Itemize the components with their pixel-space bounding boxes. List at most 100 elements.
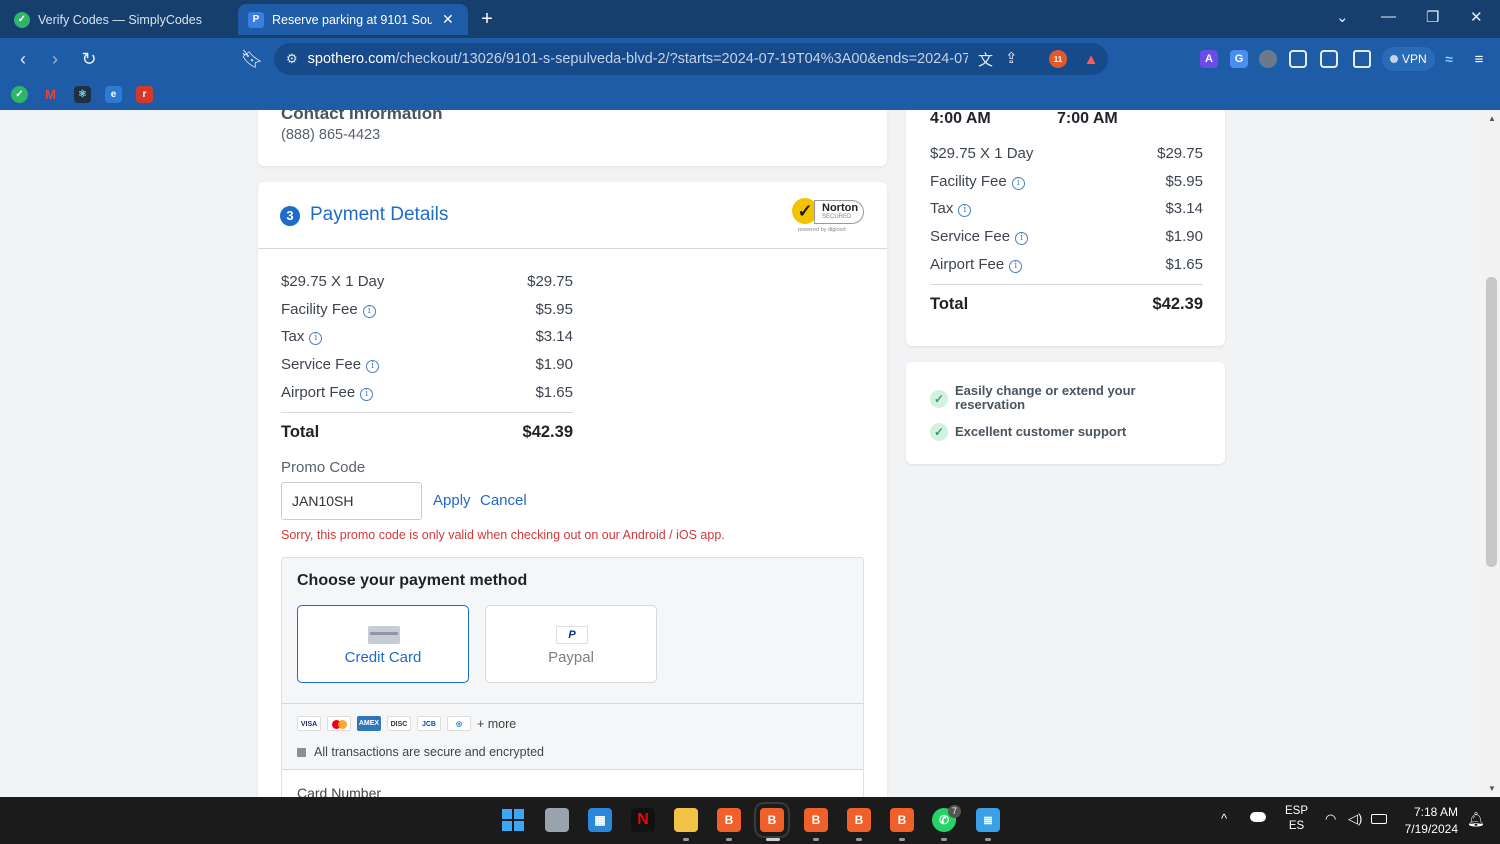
file-explorer-icon[interactable] xyxy=(674,808,698,832)
price-line: $29.75 X 1 Day $29.75 xyxy=(281,273,573,290)
volume-icon[interactable]: ◁) xyxy=(1348,811,1362,827)
total-amount: $42.39 xyxy=(522,423,573,441)
bookmark-icon[interactable]: 🔖︎ xyxy=(240,47,264,71)
contact-heading: Contact Information xyxy=(281,110,443,123)
vpn-status-icon xyxy=(1390,55,1398,63)
summary-amount: $29.75 xyxy=(1157,145,1203,162)
info-icon[interactable]: i xyxy=(1011,177,1025,190)
summary-amount: $3.14 xyxy=(1165,200,1203,217)
battery-icon[interactable] xyxy=(1371,814,1387,824)
extension-a-icon[interactable]: A xyxy=(1200,50,1218,68)
paypal-label: Paypal xyxy=(548,649,594,666)
paypal-option[interactable]: P Paypal xyxy=(485,605,657,683)
task-view-icon[interactable] xyxy=(545,808,569,832)
scrollbar-thumb[interactable] xyxy=(1486,277,1497,567)
store-icon[interactable]: ▦ xyxy=(588,808,612,832)
price-label: Tax xyxy=(281,328,305,345)
jcb-icon: JCB xyxy=(417,716,441,731)
scroll-down-arrow-icon[interactable]: ▼ xyxy=(1488,784,1496,793)
contact-phone: (888) 865-4423 xyxy=(281,127,381,143)
promo-code-value: JAN10SH xyxy=(292,493,354,509)
cancel-promo-button[interactable]: Cancel xyxy=(480,492,527,509)
order-summary-card: 4:00 AM 7:00 AM $29.75 X 1 Day $29.75 Fa… xyxy=(906,110,1225,346)
brave-rewards-icon[interactable]: ▲ xyxy=(1082,50,1100,68)
vpn-button[interactable]: VPN xyxy=(1382,47,1435,71)
language-indicator[interactable]: ESP ES xyxy=(1285,805,1308,832)
step-number-badge: 3 xyxy=(280,206,300,226)
new-tab-button[interactable]: + xyxy=(476,8,498,31)
wifi-icon[interactable]: ◠ xyxy=(1325,811,1336,827)
url-text[interactable]: spothero.com/checkout/13026/9101-s-sepul… xyxy=(308,51,968,67)
notification-bell-icon[interactable]: 🔔︎ xyxy=(1467,811,1485,828)
minimize-button[interactable]: — xyxy=(1381,8,1396,25)
close-tab-icon[interactable]: ✕ xyxy=(442,11,454,28)
brave-taskbar-icon[interactable]: B xyxy=(804,808,828,832)
paypal-icon: P xyxy=(556,626,588,644)
tab-simplycodes[interactable]: ✓ Verify Codes — SimplyCodes xyxy=(4,4,230,35)
restore-button[interactable]: ❐ xyxy=(1426,8,1439,26)
info-icon[interactable]: i xyxy=(360,388,374,401)
info-icon[interactable]: i xyxy=(958,204,972,217)
close-window-button[interactable]: ✕ xyxy=(1470,8,1483,26)
tab-strip: ✓ Verify Codes — SimplyCodes P Reserve p… xyxy=(0,0,1500,38)
card-stripe xyxy=(370,632,398,635)
norton-powered: powered by digicert xyxy=(798,227,846,233)
running-indicator xyxy=(985,838,991,841)
extension-cloud-icon[interactable] xyxy=(1259,50,1277,68)
site-info-icon[interactable]: ⚙ xyxy=(286,51,298,67)
brave-shields-icon[interactable]: 11 xyxy=(1049,50,1067,68)
show-hidden-icons-icon[interactable]: ^ xyxy=(1221,811,1227,826)
scroll-up-arrow-icon[interactable]: ▲ xyxy=(1488,114,1496,123)
translate-icon[interactable]: 文 xyxy=(978,49,993,70)
start-button[interactable] xyxy=(501,808,525,832)
simplycodes-bookmark-icon[interactable]: ✓ xyxy=(11,86,28,103)
info-icon[interactable]: i xyxy=(366,360,380,373)
translate-extension-icon[interactable]: G xyxy=(1230,50,1248,68)
sidebar-toggle-icon[interactable] xyxy=(1320,50,1338,68)
wallet-icon[interactable] xyxy=(1353,50,1371,68)
share-icon[interactable]: ⇪ xyxy=(1005,49,1018,70)
menu-icon[interactable]: ≡ xyxy=(1470,50,1488,68)
lock-icon xyxy=(297,747,306,757)
info-icon[interactable]: i xyxy=(362,305,376,318)
credit-card-option[interactable]: Credit Card xyxy=(297,605,469,683)
tab-spothero[interactable]: P Reserve parking at 9101 South S ✕ xyxy=(238,4,468,35)
price-label: $29.75 X 1 Day xyxy=(281,273,385,290)
clock[interactable]: 7:18 AM 7/19/2024 xyxy=(1402,805,1458,836)
divider xyxy=(930,284,1203,285)
check-icon: ✓ xyxy=(930,423,948,441)
summary-total-line: Total $42.39 xyxy=(930,295,1203,314)
brave-taskbar-icon[interactable]: B xyxy=(717,808,741,832)
info-icon[interactable]: i xyxy=(1009,260,1023,273)
back-button[interactable]: ‹ xyxy=(11,47,35,71)
info-icon[interactable]: i xyxy=(309,332,323,345)
onedrive-icon[interactable] xyxy=(1250,812,1266,822)
react-bookmark-icon[interactable]: ⚛ xyxy=(74,86,91,103)
amex-icon: AMEX xyxy=(357,716,381,731)
gmail-bookmark-icon[interactable]: M xyxy=(42,86,59,103)
summary-label: Facility Fee xyxy=(930,173,1007,190)
summary-label: $29.75 X 1 Day xyxy=(930,145,1034,162)
brave-taskbar-icon[interactable]: B xyxy=(847,808,871,832)
notepad-icon[interactable]: ≣ xyxy=(976,808,1000,832)
info-icon[interactable]: i xyxy=(1015,232,1029,245)
apply-promo-button[interactable]: Apply xyxy=(433,492,471,509)
summary-line: $29.75 X 1 Day $29.75 xyxy=(930,145,1203,162)
reload-button[interactable]: ↻ xyxy=(77,47,101,71)
simplycodes-favicon-icon: ✓ xyxy=(14,11,30,28)
brave-active-taskbar-icon[interactable]: B xyxy=(754,802,790,838)
brave-taskbar-icon[interactable]: B xyxy=(890,808,914,832)
mastercard-icon xyxy=(327,716,351,731)
netflix-icon[interactable]: N xyxy=(631,808,655,832)
lang-top: ESP xyxy=(1285,805,1309,817)
leo-ai-icon[interactable]: ≈ xyxy=(1440,50,1458,68)
pinterest-bookmark-icon[interactable]: r xyxy=(136,86,153,103)
tab-search-chevron-icon[interactable]: ⌄ xyxy=(1336,8,1349,26)
payment-details-title: Payment Details xyxy=(310,204,449,225)
promo-code-input[interactable]: JAN10SH xyxy=(281,482,422,520)
forward-button[interactable]: › xyxy=(43,47,67,71)
visa-icon: VISA xyxy=(297,716,321,731)
extensions-puzzle-icon[interactable] xyxy=(1289,50,1307,68)
edge-bookmark-icon[interactable]: e xyxy=(105,86,122,103)
price-label: Airport Fee xyxy=(281,384,356,401)
